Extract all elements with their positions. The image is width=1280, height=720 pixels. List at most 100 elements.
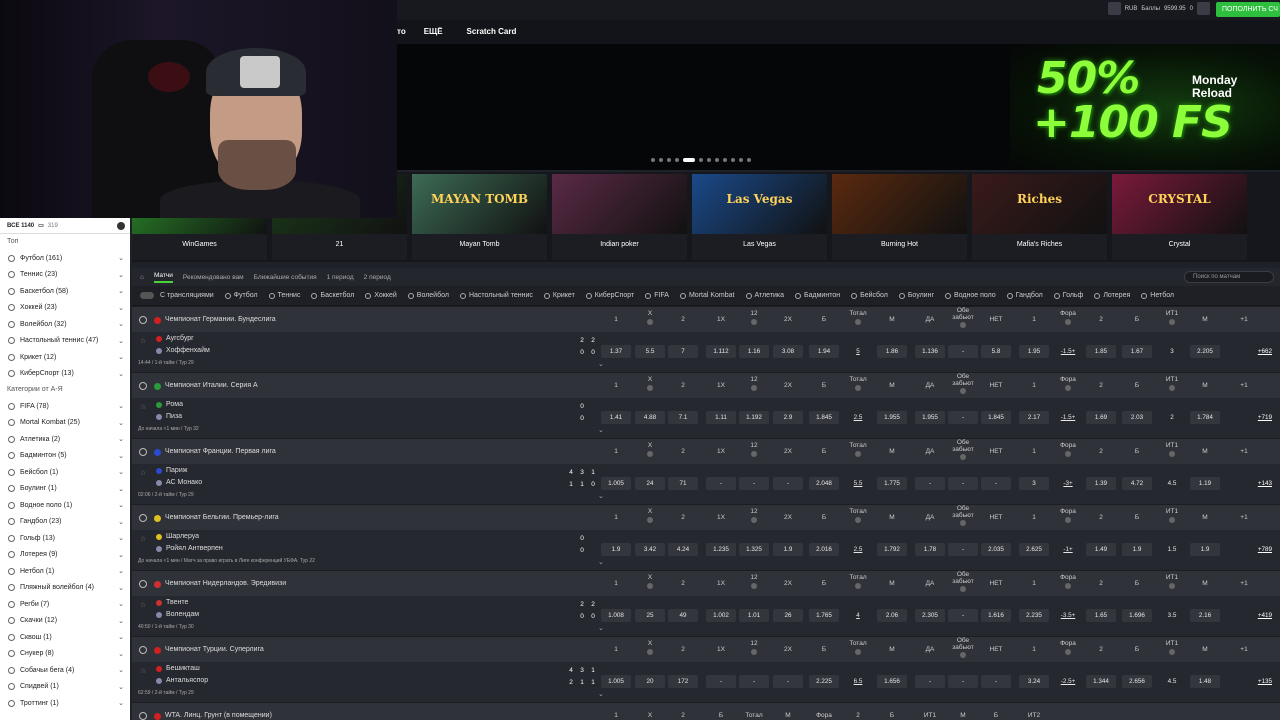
chevron-down-icon[interactable] [960, 652, 966, 658]
chevron-down-icon[interactable]: ⌄ [118, 254, 124, 262]
sidebar-item[interactable]: Сквош (1) ⌄ [0, 629, 130, 646]
sidebar-item[interactable]: Спидвей (1) ⌄ [0, 679, 130, 696]
chevron-down-icon[interactable]: ⌄ [118, 534, 124, 542]
odds-button[interactable]: 2.5 [843, 411, 873, 424]
more-markets-link[interactable]: +719 [1258, 411, 1272, 424]
odds-button[interactable]: 1.775 [877, 477, 907, 490]
odds-button[interactable]: 1.37 [601, 345, 631, 358]
match-row[interactable]: ☆ Рома Пиза До начала <1 мин / Тур 32 0 0 1.41… [132, 398, 1280, 438]
sport-filter[interactable]: Атлетика [745, 292, 784, 299]
chevron-down-icon[interactable] [1065, 649, 1071, 655]
odds-button[interactable]: - [981, 477, 1011, 490]
team-home[interactable]: Шарлеруа [166, 533, 199, 540]
chevron-down-icon[interactable] [751, 385, 757, 391]
odds-button[interactable]: - [948, 345, 978, 358]
favorite-icon[interactable]: ☆ [140, 337, 146, 345]
odds-button[interactable]: 1.16 [739, 345, 769, 358]
sport-filter[interactable]: Бадминтон [795, 292, 840, 299]
deposit-button[interactable]: ПОПОЛНИТЬ СЧ [1216, 2, 1280, 17]
odds-button[interactable]: 25 [635, 609, 665, 622]
odds-button[interactable]: 6.5 [843, 675, 873, 688]
sport-filter[interactable]: Баскетбол [311, 292, 354, 299]
odds-button[interactable]: 1.67 [1122, 345, 1152, 358]
chevron-down-icon[interactable] [647, 319, 653, 325]
odds-button[interactable]: 1.008 [601, 609, 631, 622]
chevron-down-icon[interactable]: ⌄ [118, 287, 124, 295]
live-toggle[interactable]: С трансляциями [140, 292, 214, 299]
chevron-down-icon[interactable]: ⌄ [118, 402, 124, 410]
chevron-down-icon[interactable] [855, 385, 861, 391]
expand-chevron-icon[interactable]: ⌄ [598, 624, 604, 632]
match-row[interactable]: ☆ Аугсбург Хоффенхайм 14:44 / 1-й тайм / Ту… [132, 332, 1280, 372]
chevron-down-icon[interactable] [960, 454, 966, 460]
team-home[interactable]: Твенте [166, 599, 188, 606]
odds-button[interactable]: 1.955 [915, 411, 945, 424]
chevron-down-icon[interactable] [855, 319, 861, 325]
chevron-down-icon[interactable] [751, 517, 757, 523]
sidebar-item[interactable]: Скачки (12) ⌄ [0, 613, 130, 630]
game-card[interactable]: Las Vegas Las Vegas [692, 174, 827, 260]
chevron-down-icon[interactable] [1065, 319, 1071, 325]
odds-button[interactable]: 2.016 [809, 543, 839, 556]
sport-filter[interactable]: Футбол [224, 292, 258, 299]
odds-button[interactable]: 2.06 [877, 609, 907, 622]
odds-button[interactable]: 20 [635, 675, 665, 688]
chevron-down-icon[interactable] [1065, 583, 1071, 589]
chevron-down-icon[interactable] [855, 649, 861, 655]
sidebar-item[interactable]: Регби (7) ⌄ [0, 596, 130, 613]
sport-filter[interactable]: Настольный теннис [459, 292, 533, 299]
chevron-down-icon[interactable] [960, 586, 966, 592]
sidebar-item[interactable]: Нетбол (1) ⌄ [0, 563, 130, 580]
odds-button[interactable]: 1.9 [1190, 543, 1220, 556]
league-header[interactable]: WTA. Линц. Грунт (в помещении) 1 X 2 Б Тотал М… [132, 702, 1280, 720]
odds-button[interactable]: 1.112 [706, 345, 736, 358]
sidebar-item[interactable]: Гольф (13) ⌄ [0, 530, 130, 547]
sidebar-item[interactable]: Футбол (161) ⌄ [0, 250, 130, 267]
team-away[interactable]: Волендам [166, 611, 199, 618]
chevron-down-icon[interactable]: ⌄ [118, 452, 124, 460]
odds-button[interactable]: 1.845 [981, 411, 1011, 424]
chevron-down-icon[interactable] [1169, 583, 1175, 589]
odds-button[interactable]: 1.95 [1019, 345, 1049, 358]
sport-filter[interactable]: Хоккей [365, 292, 397, 299]
chevron-down-icon[interactable] [1169, 385, 1175, 391]
odds-button[interactable]: 3.42 [635, 543, 665, 556]
league-header[interactable]: Чемпионат Германии. Бундеслига 1 X 2 1X 12 2X Б… [132, 306, 1280, 332]
league-header[interactable]: Чемпионат Италии. Серия А 1 X 2 1X 12 2X Б Тотал… [132, 372, 1280, 398]
odds-button[interactable]: 2 [1157, 411, 1187, 424]
odds-button[interactable]: - [739, 477, 769, 490]
odds-button[interactable]: 1.845 [809, 411, 839, 424]
favorite-icon[interactable]: ☆ [140, 469, 146, 477]
sport-filter[interactable]: Волейбол [407, 292, 449, 299]
league-header[interactable]: Чемпионат Франции. Первая лига 1 X 2 1X 12 2X Б… [132, 438, 1280, 464]
chevron-down-icon[interactable] [1169, 649, 1175, 655]
chevron-down-icon[interactable]: ⌄ [118, 485, 124, 493]
odds-button[interactable]: 1.19 [1190, 477, 1220, 490]
odds-button[interactable]: 1.784 [1190, 411, 1220, 424]
odds-button[interactable]: 2.225 [809, 675, 839, 688]
odds-button[interactable]: 1.9 [1122, 543, 1152, 556]
odds-button[interactable]: 4.5 [1157, 675, 1187, 688]
sidebar-item[interactable]: Хоккей (23) ⌄ [0, 300, 130, 317]
chevron-down-icon[interactable] [1065, 517, 1071, 523]
odds-button[interactable]: 4 [843, 609, 873, 622]
sport-filter[interactable]: FIFA [645, 292, 669, 299]
chevron-down-icon[interactable] [960, 388, 966, 394]
odds-button[interactable]: - [706, 675, 736, 688]
search-input[interactable]: Поиск по матчам [1184, 271, 1274, 283]
sport-filter[interactable]: Крикет [543, 292, 575, 299]
match-row[interactable]: ☆ Шарлеруа Ройял Антверпен До начала <1 мин… [132, 530, 1280, 570]
chevron-down-icon[interactable] [647, 649, 653, 655]
carousel-dot[interactable] [731, 158, 735, 162]
game-card[interactable]: Riches Mafia's Riches [972, 174, 1107, 260]
odds-button[interactable]: 2.656 [1122, 675, 1152, 688]
nav-item[interactable]: то [397, 27, 406, 36]
chevron-down-icon[interactable]: ⌄ [118, 699, 124, 707]
tab-4[interactable]: 2 период [364, 274, 391, 281]
odds-button[interactable]: - [706, 477, 736, 490]
odds-button[interactable]: 4.72 [1122, 477, 1152, 490]
hero-banner[interactable]: 50% Monday Reload +100 FS [397, 44, 1280, 170]
team-home[interactable]: Рома [166, 401, 183, 408]
more-markets-link[interactable]: +419 [1258, 609, 1272, 622]
chevron-down-icon[interactable]: ⌄ [118, 468, 124, 476]
